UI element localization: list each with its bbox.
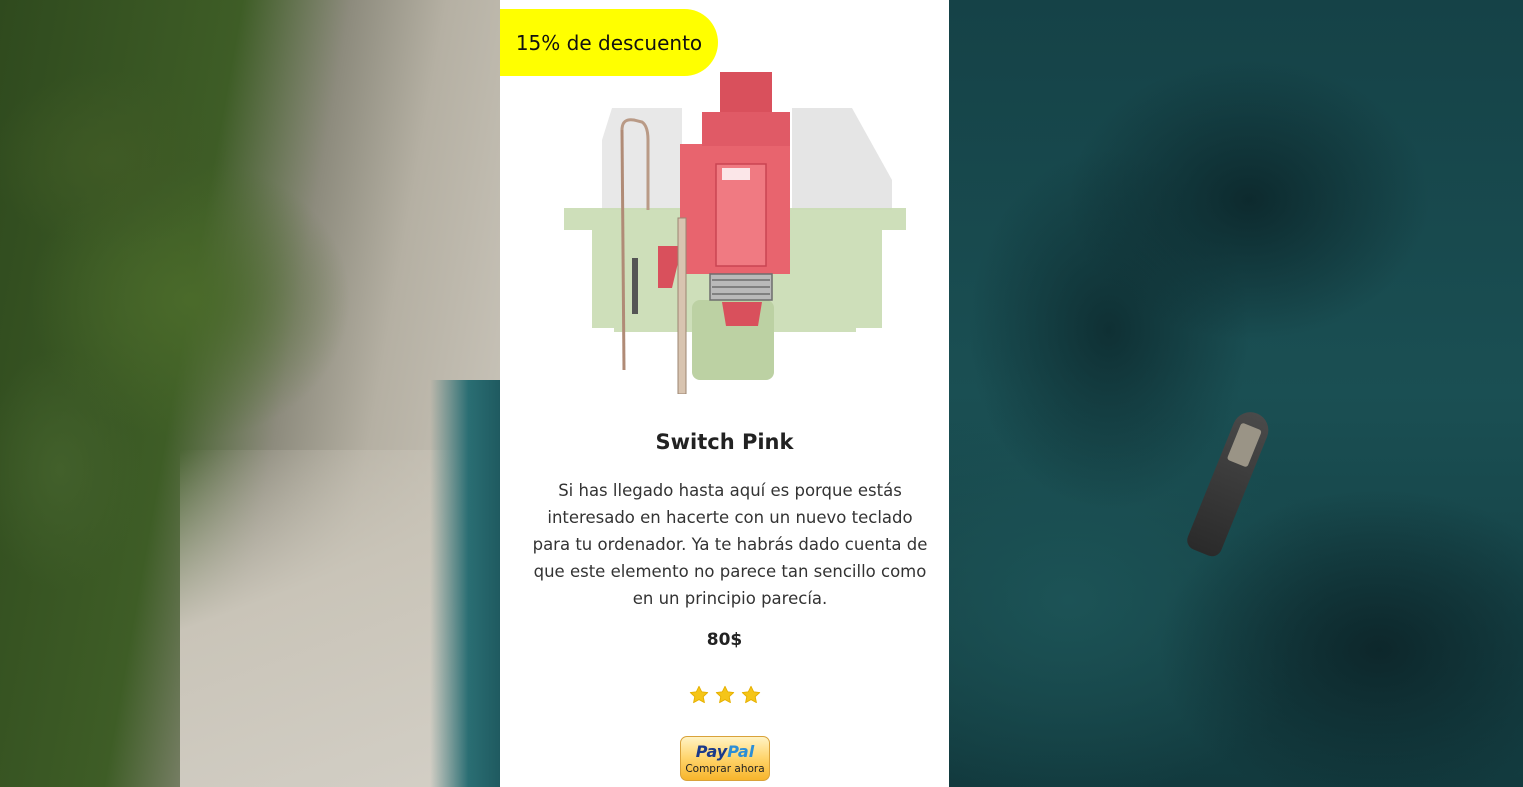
background-sea-photo <box>949 0 1523 787</box>
background-shoreline <box>430 380 500 787</box>
star-icon <box>689 685 709 704</box>
keyboard-switch-image <box>564 72 906 394</box>
paypal-logo-pay: Pay <box>695 741 728 761</box>
product-card: 15% de descuento Switch Pink Si has lleg… <box>500 0 949 787</box>
background-beach-photo <box>0 0 500 787</box>
star-icon <box>741 685 761 704</box>
background-boat <box>1184 406 1274 560</box>
product-price: 80$ <box>706 630 743 650</box>
star-rating <box>688 684 762 708</box>
paypal-buy-now-button[interactable]: PayPal Comprar ahora <box>680 736 770 781</box>
paypal-logo-pal: Pal <box>727 741 755 761</box>
paypal-button-label: Comprar ahora <box>685 762 765 775</box>
paypal-logo: PayPal <box>696 743 754 760</box>
discount-badge: 15% de descuento <box>500 9 718 76</box>
star-icon <box>715 685 735 704</box>
product-title: Switch Pink <box>655 430 794 454</box>
product-description: Si has llegado hasta aquí es porque está… <box>532 481 928 608</box>
